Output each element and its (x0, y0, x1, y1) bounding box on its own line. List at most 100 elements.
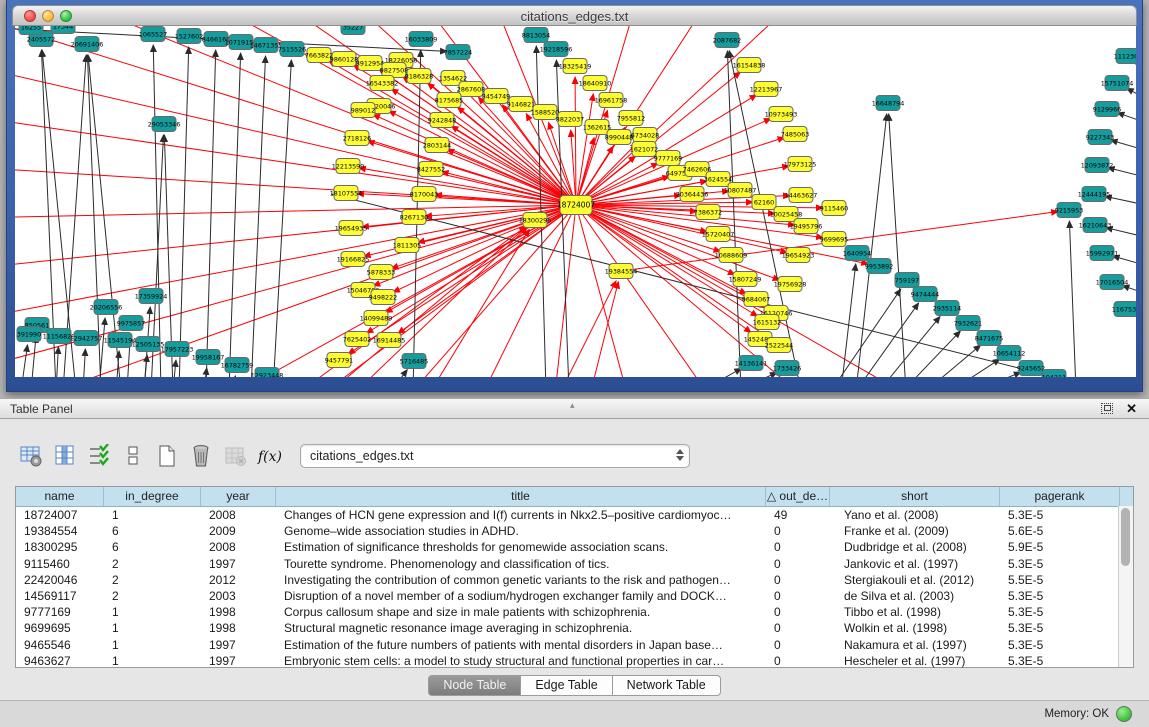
cell-short[interactable]: Nakamura et al. (1997) (830, 637, 1000, 653)
graph-node[interactable]: 16033809 (405, 32, 438, 47)
graph-node[interactable]: 5878333 (367, 265, 395, 280)
cell-short[interactable]: Jankovic et al. (1997) (830, 556, 1000, 572)
close-panel-icon[interactable]: ✕ (1126, 401, 1137, 416)
graph-node[interactable]: 2718126 (343, 131, 371, 146)
citation-edge-black[interactable] (926, 345, 981, 377)
cell-in_degree[interactable]: 6 (104, 539, 201, 555)
cell-pagerank[interactable]: 5.3E-5 (1000, 620, 1120, 636)
graph-node[interactable]: 1167531 (1112, 302, 1136, 317)
cell-title[interactable]: Estimation of the future numbers of pati… (276, 637, 766, 653)
cell-title[interactable]: Changes of HCN gene expression and I(f) … (276, 507, 766, 523)
table-settings-icon[interactable] (18, 443, 44, 469)
citation-edge-black[interactable] (1069, 221, 1076, 377)
cell-short[interactable]: Dudbridge et al. (2008) (830, 539, 1000, 555)
citation-edge-red[interactable] (575, 77, 576, 205)
graph-node[interactable]: 8170043 (410, 187, 438, 202)
table-row[interactable]: 1456911722003Disruption of a novel membe… (16, 588, 1133, 604)
citation-edge-black[interactable] (233, 376, 235, 377)
function-builder-icon[interactable]: f(x) (256, 443, 282, 469)
cell-out_de[interactable]: 0 (766, 572, 830, 588)
cell-year[interactable]: 2008 (201, 507, 276, 523)
cell-year[interactable]: 1997 (201, 556, 276, 572)
graph-node[interactable]: 18640910 (579, 76, 612, 91)
citation-edge-black[interactable] (56, 347, 58, 377)
cell-in_degree[interactable]: 1 (104, 653, 201, 669)
graph-node[interactable]: 15751074 (1101, 76, 1134, 91)
table-row[interactable]: 946554611997Estimation of the future num… (16, 637, 1133, 653)
cell-out_de[interactable]: 0 (766, 620, 830, 636)
cell-pagerank[interactable]: 5.3E-5 (1000, 604, 1120, 620)
cell-in_degree[interactable]: 6 (104, 523, 201, 539)
graph-node[interactable]: 16961758 (595, 93, 628, 108)
graph-node[interactable]: 1733426 (773, 361, 801, 376)
graph-node[interactable]: 7515526 (278, 42, 306, 57)
cell-name[interactable]: 19384554 (16, 523, 104, 539)
graph-node[interactable]: 12093872 (1081, 158, 1114, 173)
graph-node[interactable]: 17957223 (161, 342, 194, 357)
cell-in_degree[interactable]: 2 (104, 588, 201, 604)
cell-in_degree[interactable]: 2 (104, 572, 201, 588)
graph-node[interactable]: 5716485 (400, 354, 428, 369)
graph-node[interactable]: 20206556 (90, 300, 123, 315)
cell-year[interactable]: 1997 (201, 637, 276, 653)
cell-in_degree[interactable]: 1 (104, 637, 201, 653)
citation-edge-red[interactable] (15, 54, 576, 205)
graph-node[interactable]: 7485063 (781, 127, 809, 142)
graph-node[interactable]: 15720407 (702, 227, 735, 242)
graph-node[interactable]: 9684067 (742, 292, 770, 307)
cell-title[interactable]: Investigating the contribution of common… (276, 572, 766, 588)
graph-node[interactable]: 8175685 (435, 93, 463, 108)
cell-year[interactable]: 2012 (201, 572, 276, 588)
cell-short[interactable]: Tibbo et al. (1998) (830, 604, 1000, 620)
column-header-year[interactable]: year (201, 487, 276, 506)
graph-node[interactable]: 9860128 (330, 52, 358, 67)
graph-node[interactable]: 9115460 (820, 201, 848, 216)
graph-node[interactable]: 8267130 (400, 210, 428, 225)
table-row[interactable]: 911546021997Tourette syndrome. Phenomeno… (16, 556, 1133, 572)
graph-node[interactable]: 16154838 (733, 58, 766, 73)
graph-node[interactable]: 35227 (341, 26, 365, 35)
graph-node[interactable]: 9975857 (117, 316, 145, 331)
tab-network-table[interactable]: Network Table (613, 675, 721, 696)
graph-node[interactable]: 15992971 (1086, 246, 1119, 261)
graph-node[interactable]: 9457791 (325, 353, 353, 368)
graph-node[interactable]: 7386372 (694, 205, 722, 220)
cell-title[interactable]: Embryonic stem cells: a model to study s… (276, 653, 766, 669)
graph-node[interactable]: 391990 (17, 327, 41, 342)
table-row[interactable]: 969969511998Structural magnetic resonanc… (16, 620, 1133, 636)
graph-node[interactable]: 12213599 (332, 159, 365, 174)
cell-pagerank[interactable]: 5.3E-5 (1000, 588, 1120, 604)
citation-edge-black[interactable] (727, 51, 741, 377)
graph-node[interactable]: 18300295 (519, 213, 552, 228)
graph-node[interactable]: 19756928 (774, 277, 807, 292)
graph-node[interactable]: 17359924 (135, 289, 168, 304)
cell-name[interactable]: 9777169 (16, 604, 104, 620)
cell-title[interactable]: Disruption of a novel member of a sodium… (276, 588, 766, 604)
cell-title[interactable]: Structural magnetic resonance image aver… (276, 620, 766, 636)
graph-node[interactable]: 14463627 (785, 188, 818, 203)
citation-edge-red[interactable] (541, 205, 576, 377)
graph-node[interactable]: 17973125 (784, 157, 817, 172)
graph-node[interactable]: 15807249 (729, 272, 762, 287)
graph-node[interactable]: 16648794 (872, 96, 905, 111)
cell-title[interactable]: Tourette syndrome. Phenomenology and cla… (276, 556, 766, 572)
cell-name[interactable]: 18300295 (16, 539, 104, 555)
cell-out_de[interactable]: 0 (766, 604, 830, 620)
graph-node[interactable]: 12505135 (132, 337, 165, 352)
citation-edge-black[interactable] (173, 360, 176, 377)
cell-short[interactable]: de Silva et al. (2003) (830, 588, 1000, 604)
window-title-bar[interactable]: citations_edges.txt (12, 5, 1137, 26)
cell-out_de[interactable]: 0 (766, 556, 830, 572)
citation-edge-black[interactable] (879, 317, 940, 377)
table-row[interactable]: 946362711997Embryonic stem cells: a mode… (16, 653, 1133, 669)
graph-node[interactable]: 19654923 (782, 248, 815, 263)
cell-name[interactable]: 9463627 (16, 653, 104, 669)
graph-node[interactable]: 19495796 (790, 219, 823, 234)
citation-edge-black[interactable] (975, 372, 1021, 377)
graph-node[interactable]: 1065527 (139, 27, 167, 42)
graph-node[interactable]: 6734028 (631, 128, 659, 143)
graph-node[interactable]: 989012 (351, 103, 375, 118)
graph-node[interactable]: 9953892 (865, 259, 893, 274)
graph-node[interactable]: 8813054 (522, 28, 550, 43)
citation-edge-black[interactable] (251, 56, 266, 377)
